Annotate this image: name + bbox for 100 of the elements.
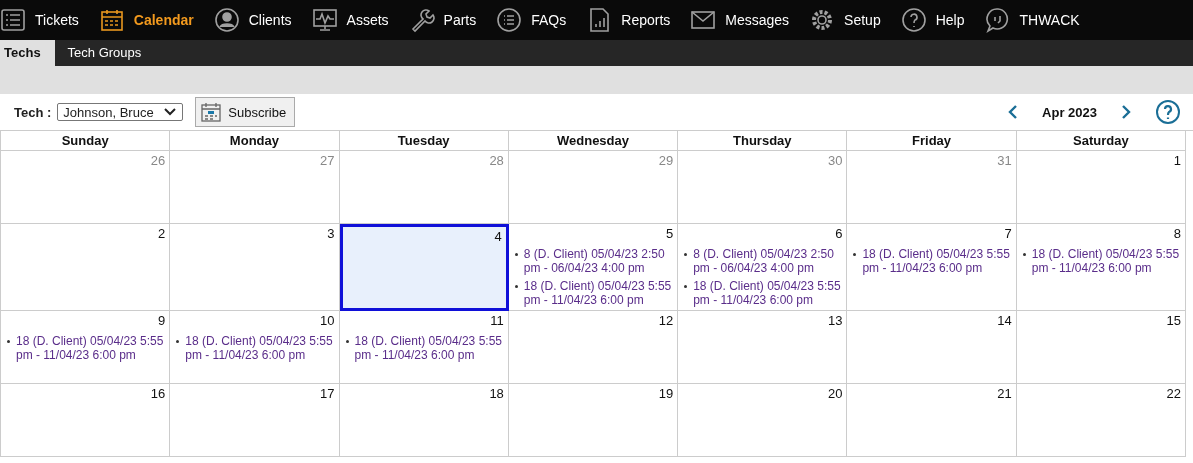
monitor-icon — [311, 7, 338, 33]
bullet-icon — [7, 340, 10, 343]
day-number: 19 — [658, 386, 674, 401]
event-link[interactable]: 8 (D. Client) 05/04/23 2:50 pm - 06/04/23 4:00 pm — [523, 247, 674, 275]
day-cell[interactable]: 19 — [508, 384, 679, 457]
day-cell[interactable]: 14 — [847, 311, 1017, 384]
day-cell[interactable]: 15 — [1016, 311, 1186, 384]
bullet-icon — [514, 253, 518, 256]
nav-item[interactable]: Assets — [311, 7, 389, 33]
bullet-icon — [345, 340, 349, 343]
day-cell[interactable]: 3 — [170, 224, 340, 311]
day-number: 18 — [489, 386, 504, 401]
day-cell[interactable]: 17 — [170, 384, 340, 457]
day-number: 16 — [150, 386, 166, 401]
help-icon[interactable] — [1155, 99, 1181, 125]
weekday-header: Thursday — [678, 131, 848, 151]
day-number: 10 — [320, 313, 335, 328]
day-number: 28 — [489, 153, 504, 168]
month-label: Apr 2023 — [1041, 104, 1098, 120]
nav-item[interactable]: Calendar — [98, 7, 194, 33]
day-cell[interactable]: 1 — [1016, 151, 1186, 224]
day-cell[interactable]: 18 — [339, 384, 509, 457]
event-link[interactable]: 18 (D. Client) 05/04/23 5:55 pm - 11/04/23 6:00 pm — [1031, 247, 1181, 275]
day-number: 6 — [835, 226, 843, 241]
tech-dropdown[interactable]: Johnson, Bruce — [57, 103, 184, 121]
day-number: 20 — [827, 386, 843, 401]
day-cell[interactable]: 29 — [508, 151, 679, 224]
day-cell[interactable]: 6 8 (D. Client) 05/04/23 2:50 pm - 06/04/23 4:00 pm 18 (D. Client) 05/04/23 5:55 pm - 11/04/23 6:00 pm — [678, 224, 848, 311]
day-cell[interactable]: 2 — [1, 224, 171, 311]
bullet-icon — [514, 285, 518, 288]
calendar-icon — [98, 7, 125, 33]
tech-label: Tech : — [14, 104, 52, 120]
nav-item[interactable]: Tickets — [0, 7, 79, 33]
bullet-icon — [176, 340, 180, 343]
event-link[interactable]: 18 (D. Client) 05/04/23 5:55 pm - 11/04/23 6:00 pm — [354, 334, 504, 362]
day-cell[interactable]: 16 — [1, 384, 171, 457]
bullet-icon — [1022, 253, 1026, 256]
weekday-header: Sunday — [1, 131, 171, 151]
day-number: 15 — [1166, 313, 1181, 328]
day-number: 12 — [658, 313, 674, 328]
day-number: 26 — [150, 153, 166, 168]
event-link[interactable]: 8 (D. Client) 05/04/23 2:50 pm - 06/04/23 4:00 pm — [693, 247, 843, 275]
person-icon — [213, 7, 240, 33]
day-number: 27 — [320, 153, 335, 168]
weekday-header: Saturday — [1016, 131, 1186, 151]
chat-icon — [984, 7, 1011, 33]
day-cell[interactable]: 20 — [678, 384, 848, 457]
day-number: 14 — [997, 313, 1012, 328]
day-cell[interactable]: 31 — [847, 151, 1017, 224]
event-link[interactable]: 18 (D. Client) 05/04/23 5:55 pm - 11/04/23 6:00 pm — [523, 279, 674, 307]
bullet-icon — [684, 253, 688, 256]
event-link[interactable]: 18 (D. Client) 05/04/23 5:55 pm - 11/04/23 6:00 pm — [693, 279, 843, 307]
day-number: 22 — [1166, 386, 1181, 401]
subscribe-button[interactable]: Subscribe — [195, 97, 296, 127]
day-cell[interactable]: 7 18 (D. Client) 05/04/23 5:55 pm - 11/04/23 6:00 pm — [847, 224, 1017, 311]
event-link[interactable]: 18 (D. Client) 05/04/23 5:55 pm - 11/04/23 6:00 pm — [862, 247, 1012, 275]
day-number: 11 — [490, 313, 504, 328]
nav-item[interactable]: THWACK — [984, 7, 1080, 33]
day-number: 8 — [1173, 226, 1181, 241]
day-cell[interactable]: 27 — [170, 151, 340, 224]
list-icon — [0, 7, 26, 33]
calendar-icon — [200, 101, 223, 123]
day-cell[interactable]: 22 — [1016, 384, 1186, 457]
day-cell[interactable]: 12 — [508, 311, 679, 384]
nav-item[interactable]: FAQs — [496, 7, 567, 33]
day-cell[interactable]: 30 — [678, 151, 848, 224]
nav-item[interactable]: Messages — [690, 7, 790, 33]
nav-item[interactable]: Reports — [586, 7, 671, 33]
day-cell[interactable]: 21 — [847, 384, 1017, 457]
bullet-icon — [853, 253, 857, 256]
day-cell[interactable]: 8 18 (D. Client) 05/04/23 5:55 pm - 11/04/23 6:00 pm — [1016, 224, 1186, 311]
day-cell[interactable]: 26 — [1, 151, 171, 224]
day-cell[interactable]: 10 18 (D. Client) 05/04/23 5:55 pm - 11/04/23 6:00 pm — [170, 311, 340, 384]
day-number: 7 — [1004, 226, 1012, 241]
chevron-down-icon — [163, 107, 178, 117]
weekday-header: Wednesday — [508, 131, 679, 151]
weekday-header: Tuesday — [339, 131, 509, 151]
day-number: 9 — [158, 313, 166, 328]
day-cell[interactable]: 4 — [339, 224, 509, 311]
nav-item[interactable]: Help — [900, 7, 965, 33]
event-link[interactable]: 18 (D. Client) 05/04/23 5:55 pm - 11/04/23 6:00 pm — [16, 334, 166, 362]
tab[interactable]: Techs — [0, 40, 55, 66]
day-number: 3 — [327, 226, 335, 241]
weekday-header: Monday — [170, 131, 340, 151]
nav-item[interactable]: Clients — [213, 7, 292, 33]
event-link[interactable]: 18 (D. Client) 05/04/23 5:55 pm - 11/04/23 6:00 pm — [185, 334, 335, 362]
day-number: 5 — [665, 226, 674, 241]
day-cell[interactable]: 9 18 (D. Client) 05/04/23 5:55 pm - 11/04/23 6:00 pm — [1, 311, 171, 384]
day-number: 29 — [658, 153, 674, 168]
day-number: 30 — [827, 153, 843, 168]
day-cell[interactable]: 11 18 (D. Client) 05/04/23 5:55 pm - 11/04/23 6:00 pm — [339, 311, 509, 384]
day-number: 31 — [997, 153, 1012, 168]
day-number: 17 — [320, 386, 335, 401]
nav-item[interactable]: Setup — [809, 7, 881, 33]
day-cell[interactable]: 5 8 (D. Client) 05/04/23 2:50 pm - 06/04/23 4:00 pm 18 (D. Client) 05/04/23 5:55 pm - 11/04/23 6:00 pm — [508, 224, 679, 311]
tab[interactable]: Tech Groups — [54, 40, 155, 66]
day-cell[interactable]: 13 — [678, 311, 848, 384]
nav-item[interactable]: Parts — [408, 7, 477, 33]
next-month-icon[interactable] — [1119, 104, 1133, 120]
day-number: 21 — [997, 386, 1012, 401]
